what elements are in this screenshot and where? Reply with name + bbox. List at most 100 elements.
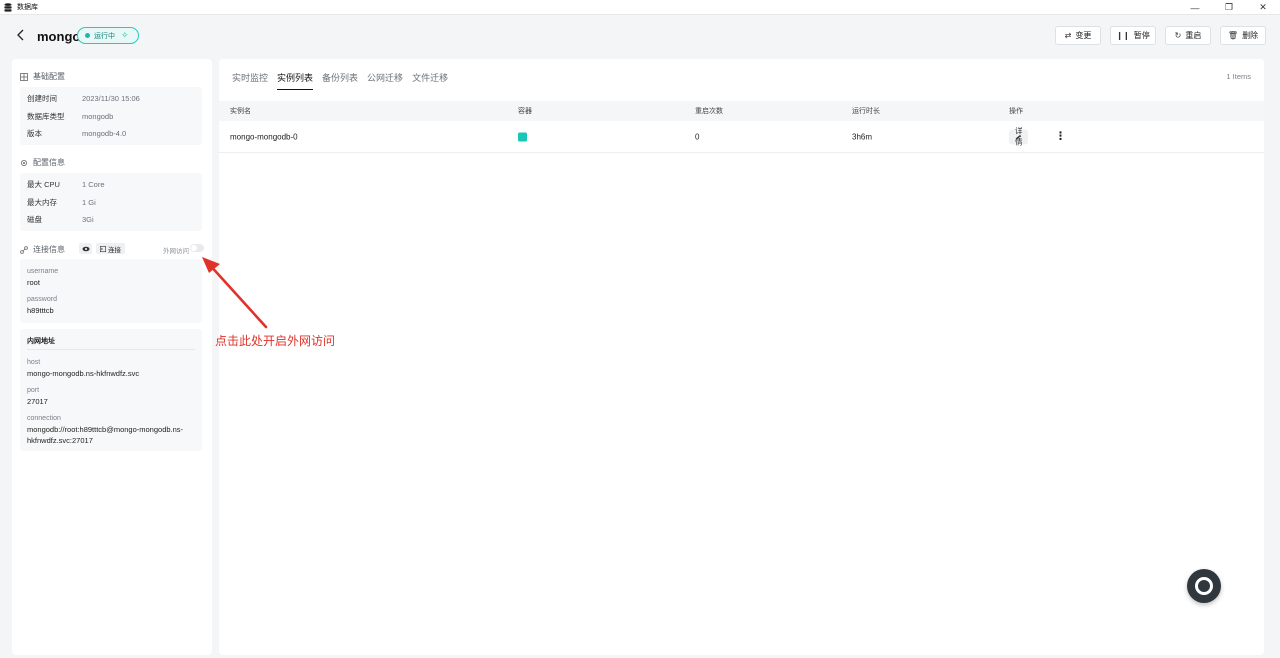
page-title: mongo: [37, 29, 81, 44]
uptime-value: 3h6m: [852, 132, 873, 141]
close-button[interactable]: ✕: [1246, 0, 1280, 15]
restart-button[interactable]: ↻ 重启: [1165, 26, 1211, 45]
intranet-title: 内网地址: [27, 338, 55, 345]
password-field: password h89tttcb: [27, 296, 57, 315]
pause-icon: ❙❙: [1116, 31, 1130, 40]
connection-tools: 连接: [79, 243, 125, 254]
col-header-restarts: 重启次数: [695, 108, 723, 115]
window-titlebar: 数据库 — ❐ ✕: [0, 0, 1280, 15]
kv-key: 创建时间: [27, 94, 57, 104]
kv-value: mongodb-4.0: [82, 129, 127, 139]
username-field: username root: [27, 268, 58, 287]
kv-value: 1 Core: [82, 180, 105, 190]
eye-icon[interactable]: [79, 243, 92, 254]
host-value: mongo-mongodb.ns-hkfnwdfz.svc: [27, 369, 140, 378]
detail-button-label: 详情: [1015, 126, 1023, 147]
kv-key: 最大内存: [27, 197, 57, 207]
table-header: 实例名 容器 重启次数 运行时长 操作: [219, 101, 1264, 121]
delete-button[interactable]: 🗑 删除: [1220, 26, 1266, 45]
annotation-text: 点击此处开启外网访问: [215, 334, 336, 348]
database-icon: [4, 2, 12, 12]
kv-key: 版本: [27, 129, 42, 139]
port-field: port 27017: [27, 387, 48, 406]
instance-name: mongo-mongodb-0: [230, 132, 298, 141]
config-info-box: 最大 CPU 1 Core 最大内存 1 Gi 磁盘 3Gi: [20, 173, 202, 231]
basic-config-header: 基础配置: [20, 71, 65, 82]
external-access-toggle[interactable]: [190, 244, 204, 252]
table-row: mongo-mongodb-0 0 3h6m 详情 ⋮: [219, 121, 1264, 153]
delete-button-label: 删除: [1242, 31, 1259, 40]
status-badge: 运行中 ✧: [77, 27, 139, 44]
username-label: username: [27, 268, 59, 275]
tab-file-migration[interactable]: 文件迁移: [412, 71, 448, 90]
kv-row: 版本 mongodb-4.0: [20, 125, 202, 143]
tab-monitor[interactable]: 实时监控: [232, 71, 268, 90]
kv-row: 磁盘 3Gi: [20, 211, 202, 229]
kv-row: 创建时间 2023/11/30 15:06: [20, 90, 202, 108]
col-header-actions: 操作: [1009, 108, 1023, 115]
restart-button-label: 重启: [1185, 31, 1202, 40]
container-status-icon[interactable]: [518, 132, 527, 141]
detail-sidebar: 基础配置 创建时间 2023/11/30 15:06 数据库类型 mongodb 版…: [12, 59, 212, 655]
password-value: h89tttcb: [27, 306, 54, 315]
kv-key: 数据库类型: [27, 111, 65, 121]
more-options-icon[interactable]: ⋮: [1055, 131, 1066, 142]
kv-row: 最大 CPU 1 Core: [20, 176, 202, 194]
divider: [27, 349, 195, 350]
col-header-name: 实例名: [230, 108, 251, 115]
basic-config-title: 基础配置: [33, 72, 65, 81]
status-text: 运行中: [94, 32, 115, 40]
connection-string-label: connection: [27, 415, 61, 422]
tab-instances[interactable]: 实例列表: [277, 71, 314, 90]
config-info-header: 配置信息: [20, 157, 65, 168]
gear-icon: [21, 159, 27, 166]
basic-config-box: 创建时间 2023/11/30 15:06 数据库类型 mongodb 版本 mong…: [20, 87, 202, 145]
tab-bar: 实时监控 实例列表 备份列表 公网迁移 文件迁移: [232, 71, 448, 90]
kv-value: 2023/11/30 15:06: [82, 94, 140, 104]
kv-value: 3Gi: [82, 215, 94, 225]
back-arrow-icon[interactable]: [14, 28, 28, 42]
kv-row: 数据库类型 mongodb: [20, 108, 202, 126]
grid-icon: [20, 72, 28, 81]
host-label: host: [27, 359, 41, 366]
annotation-arrow-icon: [202, 257, 268, 329]
pause-button[interactable]: ❙❙ 暂停: [1110, 26, 1156, 45]
host-field: host mongo-mongodb.ns-hkfnwdfz.svc: [27, 359, 139, 378]
detail-button[interactable]: 详情: [1009, 127, 1028, 147]
tab-backups[interactable]: 备份列表: [322, 71, 358, 90]
kv-value: mongodb: [82, 111, 114, 121]
window-title: 数据库: [17, 4, 38, 11]
link-icon: [20, 245, 28, 254]
trash-icon: 🗑: [1227, 31, 1239, 40]
config-info-title: 配置信息: [33, 158, 65, 167]
connection-info-header: 连接信息: [20, 244, 65, 255]
window-controls: — ❐ ✕: [1178, 0, 1280, 15]
username-value: root: [27, 278, 40, 287]
restart-icon: ↻: [1174, 31, 1182, 40]
connection-string-value-cont: hkfnwdfz.svc:27017: [27, 436, 93, 445]
main-panel: 实时监控 实例列表 备份列表 公网迁移 文件迁移 1 Items 实例名 容器 …: [219, 59, 1264, 655]
change-button-label: 变更: [1075, 31, 1092, 40]
minimize-button[interactable]: —: [1178, 0, 1212, 15]
pause-button-label: 暂停: [1133, 31, 1150, 40]
connect-button-label: 连接: [108, 246, 121, 254]
items-count: 1 Items: [1226, 72, 1251, 81]
change-button[interactable]: ⇄ 变更: [1055, 26, 1101, 45]
terminal-icon: [100, 245, 106, 252]
kv-key: 磁盘: [27, 215, 42, 225]
tab-public-migration[interactable]: 公网迁移: [367, 71, 403, 90]
restart-count: 0: [695, 132, 700, 141]
password-label: password: [27, 296, 57, 303]
kv-key: 最大 CPU: [27, 180, 60, 190]
ring-icon: [1195, 577, 1213, 595]
change-icon: ⇄: [1064, 31, 1072, 40]
maximize-button[interactable]: ❐: [1212, 0, 1246, 15]
connect-button[interactable]: 连接: [96, 243, 125, 254]
external-access-label: 外网访问: [163, 248, 189, 255]
col-header-containers: 容器: [518, 108, 532, 115]
kv-value: 1 Gi: [82, 197, 96, 207]
status-dot-icon: [85, 33, 90, 38]
floating-assistant-button[interactable]: [1187, 569, 1221, 603]
kv-row: 最大内存 1 Gi: [20, 194, 202, 212]
connection-string-value: mongodb://root:h89tttcb@mongo-mongodb.ns…: [27, 425, 184, 434]
